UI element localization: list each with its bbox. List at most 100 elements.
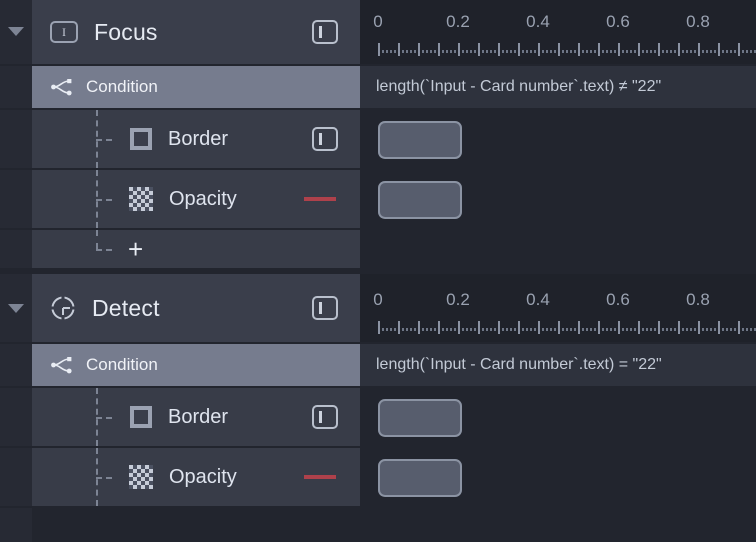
ruler-tick-label: 0 [373, 290, 383, 309]
condition-row-detect[interactable]: Condition [0, 344, 360, 388]
ruler-minor-tick [434, 50, 436, 53]
ruler-minor-tick [522, 328, 524, 331]
ruler-major-tick [678, 321, 680, 334]
ruler-minor-tick [426, 328, 428, 331]
ruler-major-tick [698, 43, 700, 56]
ruler-tick-label: 0.8 [686, 12, 710, 31]
ruler-minor-tick [514, 328, 516, 331]
ruler-minor-tick [390, 328, 392, 331]
ruler-minor-tick [382, 328, 384, 331]
ruler-minor-tick [434, 328, 436, 331]
timeline-ruler-detect[interactable]: 0 0.2 0.4 0.6 0.8 [360, 274, 756, 344]
ruler-minor-tick [462, 50, 464, 53]
ruler-minor-tick [422, 50, 424, 53]
condition-expression-row-focus[interactable]: length(`Input - Card number`.text) ≠ "22… [360, 66, 756, 110]
ruler-minor-tick [566, 50, 568, 53]
ruler-minor-tick [474, 328, 476, 331]
timeline-editor: I Focus Condition Border Opacity + Detec… [0, 0, 756, 542]
plus-icon[interactable]: + [128, 236, 143, 262]
ruler-minor-tick [410, 50, 412, 53]
ruler-minor-tick [602, 328, 604, 331]
keyframe-panel-icon-detect-border[interactable] [312, 405, 338, 429]
condition-expression-row-detect[interactable]: length(`Input - Card number`.text) = "22… [360, 344, 756, 388]
condition-label-focus: Condition [86, 77, 158, 96]
group-row-focus[interactable]: I Focus [0, 0, 360, 66]
property-row-detect-border[interactable]: Border [0, 388, 360, 448]
ruler-minor-tick [562, 50, 564, 53]
ruler-minor-tick [582, 50, 584, 53]
ruler-minor-tick [570, 50, 572, 53]
ruler-minor-tick [406, 328, 408, 331]
ruler-major-tick [578, 43, 580, 56]
ruler-minor-tick [550, 328, 552, 331]
condition-expression-detect: length(`Input - Card number`.text) = "22… [376, 356, 662, 373]
track-row-detect-opacity[interactable] [360, 448, 756, 508]
group-row-detect[interactable]: Detect [0, 274, 360, 344]
ruler-minor-tick [574, 328, 576, 331]
disclosure-triangle-focus[interactable] [6, 21, 26, 41]
property-row-focus-border[interactable]: Border [0, 110, 360, 170]
ruler-major-tick [678, 43, 680, 56]
timeline-clip-detect-border[interactable] [378, 399, 462, 437]
timeline-ruler-focus[interactable]: 0 0.2 0.4 0.6 0.8 [360, 0, 756, 66]
hidden-strip-marker-focus-opacity[interactable] [304, 197, 336, 201]
ruler-minor-tick [610, 50, 612, 53]
ruler-minor-tick [542, 328, 544, 331]
keyframe-panel-icon-focus-border[interactable] [312, 127, 338, 151]
ruler-minor-tick [602, 50, 604, 53]
ruler-minor-tick [750, 50, 752, 53]
ruler-minor-tick [646, 50, 648, 53]
ruler-major-tick [718, 43, 720, 56]
ruler-minor-tick [530, 50, 532, 53]
ruler-minor-tick [594, 50, 596, 53]
ruler-minor-tick [726, 328, 728, 331]
ruler-minor-tick [726, 50, 728, 53]
ruler-tick-label: 0.6 [606, 290, 630, 309]
ruler-major-tick [498, 321, 500, 334]
ruler-minor-tick [442, 50, 444, 53]
track-row-focus-opacity[interactable] [360, 170, 756, 230]
timeline-clip-detect-opacity[interactable] [378, 459, 462, 497]
timeline-clip-focus-opacity[interactable] [378, 181, 462, 219]
keyframe-panel-icon-detect[interactable] [312, 296, 338, 320]
ruler-minor-tick [510, 50, 512, 53]
ruler-major-tick [638, 321, 640, 334]
disclosure-triangle-detect[interactable] [6, 298, 26, 318]
tree-branch-line [96, 139, 112, 141]
property-row-focus-opacity[interactable]: Opacity [0, 170, 360, 230]
add-property-row-focus[interactable]: + [0, 230, 360, 270]
track-row-focus-border[interactable] [360, 110, 756, 170]
timeline-clip-focus-border[interactable] [378, 121, 462, 159]
ruler-minor-tick [722, 328, 724, 331]
ruler-minor-tick [594, 328, 596, 331]
tree-branch-line-end [96, 249, 112, 251]
group-label-detect: Detect [92, 294, 160, 321]
ruler-minor-tick [490, 328, 492, 331]
ruler-minor-tick [714, 50, 716, 53]
keyframe-panel-icon-focus[interactable] [312, 20, 338, 44]
ruler-minor-tick [650, 328, 652, 331]
branch-icon [50, 77, 72, 97]
ruler-minor-tick [662, 328, 664, 331]
ruler-minor-tick [734, 328, 736, 331]
ruler-minor-tick [466, 50, 468, 53]
ruler-minor-tick [686, 50, 688, 53]
ruler-minor-tick [614, 328, 616, 331]
condition-row-focus[interactable]: Condition [0, 66, 360, 110]
ruler-minor-tick [666, 50, 668, 53]
ruler-minor-tick [386, 328, 388, 331]
hidden-strip-marker-detect-opacity[interactable] [304, 475, 336, 479]
ruler-minor-tick [542, 50, 544, 53]
ruler-minor-tick [606, 328, 608, 331]
condition-label-detect: Condition [86, 355, 158, 374]
condition-expression-focus: length(`Input - Card number`.text) ≠ "22… [376, 78, 662, 95]
ruler-major-tick [478, 321, 480, 334]
ruler-tick-label: 0.2 [446, 12, 470, 31]
ruler-major-tick [698, 321, 700, 334]
property-row-detect-opacity[interactable]: Opacity [0, 448, 360, 508]
track-row-detect-border[interactable] [360, 388, 756, 448]
ruler-minor-tick [550, 50, 552, 53]
ruler-major-tick [658, 43, 660, 56]
timeline-tracks-panel[interactable]: 0 0.2 0.4 0.6 0.8 length(`Input - Card numbe… [360, 0, 756, 542]
ruler-minor-tick [706, 50, 708, 53]
